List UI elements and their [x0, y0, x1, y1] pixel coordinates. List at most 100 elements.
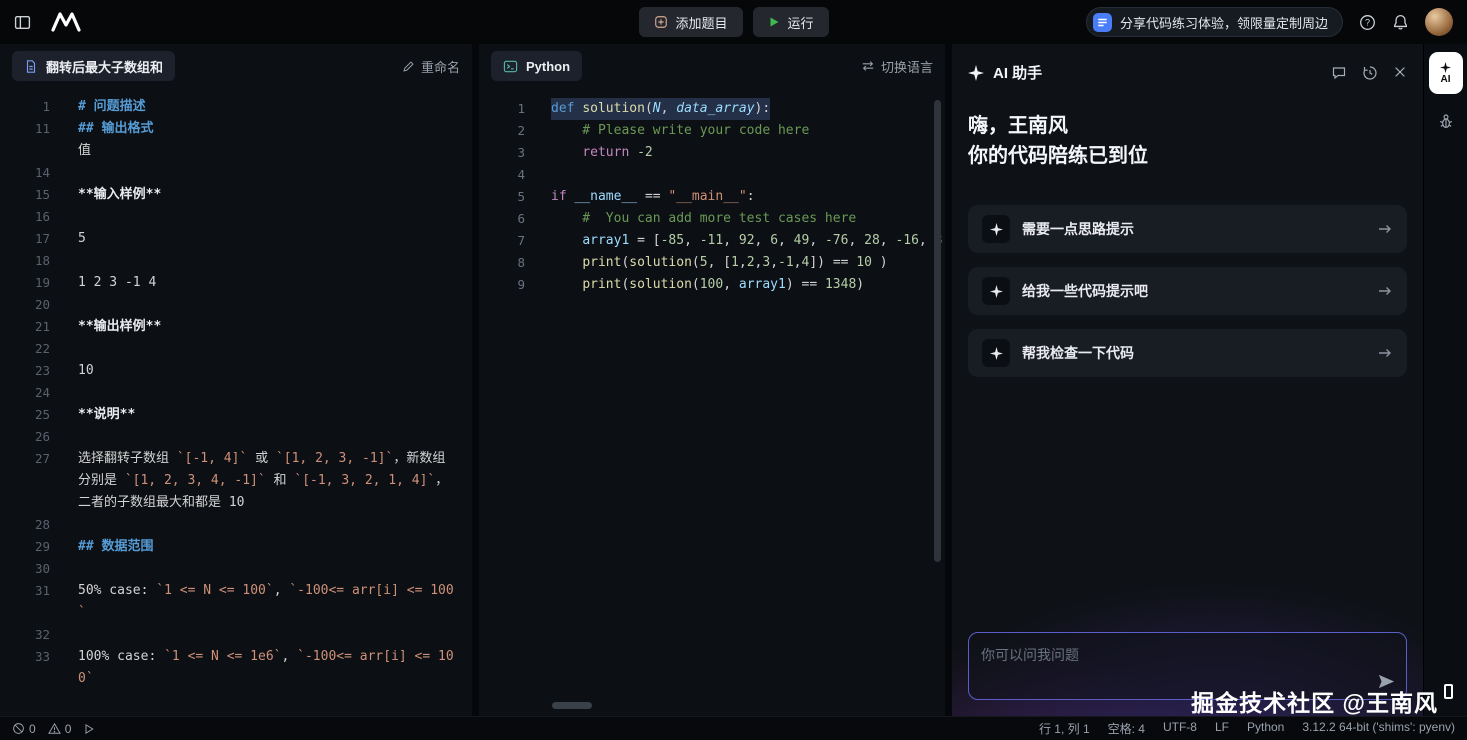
problem-line-text: 10 [78, 360, 108, 382]
problems-warnings[interactable]: 0 [48, 722, 72, 736]
status-item[interactable]: 3.12.2 64-bit ('shims': pyenv) [1302, 720, 1455, 737]
error-icon [12, 722, 25, 735]
problem-line[interactable]: 30 [0, 558, 472, 580]
code-line[interactable]: 4 [479, 164, 945, 186]
run-label: 运行 [788, 13, 814, 32]
suggestion-card[interactable]: 帮我检查一下代码 [968, 329, 1407, 377]
problems-errors[interactable]: 0 [12, 722, 36, 736]
rename-button[interactable]: 重命名 [402, 57, 460, 76]
new-chat-icon[interactable] [1331, 65, 1347, 81]
problem-editor[interactable]: 1 # 问题描述11## 输出格式值1415**输入样例**1617518191 … [0, 88, 472, 690]
ai-panel-header: AI 助手 [952, 44, 1423, 83]
problem-line[interactable]: 29## 数据范围 [0, 536, 472, 558]
python-icon [503, 59, 518, 74]
topbar-center: 添加题目 运行 [638, 7, 828, 37]
sparkle-icon [968, 65, 984, 81]
editor-vertical-scrollbar[interactable] [934, 100, 941, 562]
run-status-icon[interactable] [83, 723, 95, 735]
ai-assistant-button[interactable]: AI [1429, 52, 1463, 94]
problem-panel: 翻转后最大子数组和 重命名 1 # 问题描述11## 输出格式值1415**输入样… [0, 44, 472, 716]
code-line[interactable]: 1def solution(N, data_array): [479, 98, 945, 120]
problem-line[interactable]: 18 [0, 250, 472, 272]
language-tab-label: Python [526, 59, 570, 74]
editor-panel: Python 切换语言 1def solution(N, data_array)… [479, 44, 945, 716]
line-number: 28 [0, 514, 50, 536]
line-number: 17 [0, 228, 50, 250]
promo-badge[interactable]: 分享代码练习体验，领限量定制周边 [1086, 7, 1343, 37]
run-button[interactable]: 运行 [753, 7, 829, 37]
add-question-icon [653, 15, 667, 29]
line-number: 1 [0, 96, 50, 118]
editor-horizontal-scrollbar[interactable] [552, 702, 592, 709]
close-icon[interactable] [1393, 65, 1407, 81]
status-item[interactable]: 行 1, 列 1 [1039, 720, 1090, 737]
code-line[interactable]: 3 return -2 [479, 142, 945, 164]
suggestion-card[interactable]: 需要一点思路提示 [968, 205, 1407, 253]
status-item[interactable]: Python [1247, 720, 1284, 737]
suggestion-card[interactable]: 给我一些代码提示吧 [968, 267, 1407, 315]
problem-line[interactable]: 值 [0, 140, 472, 162]
add-question-button[interactable]: 添加题目 [638, 7, 742, 37]
problem-line-text: # 问题描述 [78, 96, 160, 118]
rename-label: 重命名 [421, 57, 460, 76]
code-line-text: print(solution(100, array1) == 1348) [551, 274, 864, 296]
problem-line[interactable]: 191 2 3 -1 4 [0, 272, 472, 294]
help-icon[interactable]: ? [1359, 14, 1376, 31]
switch-language-button[interactable]: 切换语言 [861, 57, 933, 76]
problem-line[interactable]: 33100% case: `1 <= N <= 1e6`, `-100<= ar… [0, 646, 472, 690]
right-toolbar: AI [1423, 44, 1467, 716]
code-line[interactable]: 6 # You can add more test cases here [479, 208, 945, 230]
ai-panel-title-row: AI 助手 [968, 62, 1331, 83]
line-number: 30 [0, 558, 50, 580]
line-number: 32 [0, 624, 50, 646]
code-line[interactable]: 8 print(solution(5, [1,2,3,-1,4]) == 10 … [479, 252, 945, 274]
problem-line[interactable]: 26 [0, 426, 472, 448]
ai-greeting: 嗨，王南风 你的代码陪练已到位 [952, 83, 1423, 171]
problem-line[interactable]: 15**输入样例** [0, 184, 472, 206]
problem-line[interactable]: 3150% case: `1 <= N <= 100`, `-100<= arr… [0, 580, 472, 624]
problem-line-text [78, 162, 92, 184]
problem-line[interactable]: 22 [0, 338, 472, 360]
problem-line[interactable]: 20 [0, 294, 472, 316]
line-number: 3 [479, 142, 525, 164]
problem-line[interactable]: 16 [0, 206, 472, 228]
code-line[interactable]: 2 # Please write your code here [479, 120, 945, 142]
code-editor[interactable]: 1def solution(N, data_array):2 # Please … [479, 88, 945, 716]
problem-line[interactable]: 32 [0, 624, 472, 646]
status-item[interactable]: UTF-8 [1163, 720, 1197, 737]
bug-icon[interactable] [1437, 112, 1455, 130]
status-item[interactable]: 空格: 4 [1108, 720, 1145, 737]
problem-line[interactable]: 24 [0, 382, 472, 404]
problem-line[interactable]: 11## 输出格式 [0, 118, 472, 140]
code-line[interactable]: 9 print(solution(100, array1) == 1348) [479, 274, 945, 296]
user-avatar[interactable] [1425, 8, 1453, 36]
problem-line[interactable]: 14 [0, 162, 472, 184]
status-item[interactable]: LF [1215, 720, 1229, 737]
problem-line[interactable]: 2310 [0, 360, 472, 382]
problem-line[interactable]: 21**输出样例** [0, 316, 472, 338]
problem-line[interactable]: 25**说明** [0, 404, 472, 426]
code-line-text: # You can add more test cases here [551, 208, 856, 230]
problem-line[interactable]: 175 [0, 228, 472, 250]
problem-line[interactable]: 28 [0, 514, 472, 536]
bell-icon[interactable] [1392, 14, 1409, 31]
ai-header-icons [1331, 65, 1407, 81]
problem-line[interactable]: 1 # 问题描述 [0, 96, 472, 118]
problem-title-tab[interactable]: 翻转后最大子数组和 [12, 51, 175, 81]
panel-toggle-icon[interactable] [14, 14, 31, 31]
history-icon[interactable] [1362, 65, 1378, 81]
code-line[interactable]: 7 array1 = [-85, -11, 92, 6, 49, -76, 28… [479, 230, 945, 252]
suggestion-label: 帮我检查一下代码 [1022, 343, 1365, 363]
code-line-text: print(solution(5, [1,2,3,-1,4]) == 10 ) [551, 252, 888, 274]
language-tab-python[interactable]: Python [491, 51, 582, 81]
line-number: 22 [0, 338, 50, 360]
switch-language-icon [861, 59, 875, 73]
line-number: 21 [0, 316, 50, 338]
problem-line-text [78, 624, 92, 646]
line-number: 6 [479, 208, 525, 230]
line-number [0, 140, 50, 162]
play-icon [768, 16, 780, 28]
problem-line[interactable]: 27选择翻转子数组 `[-1, 4]` 或 `[1, 2, 3, -1]`，新数… [0, 448, 472, 514]
code-line[interactable]: 5if __name__ == "__main__": [479, 186, 945, 208]
problem-line-text: ## 输出格式 [78, 118, 167, 140]
